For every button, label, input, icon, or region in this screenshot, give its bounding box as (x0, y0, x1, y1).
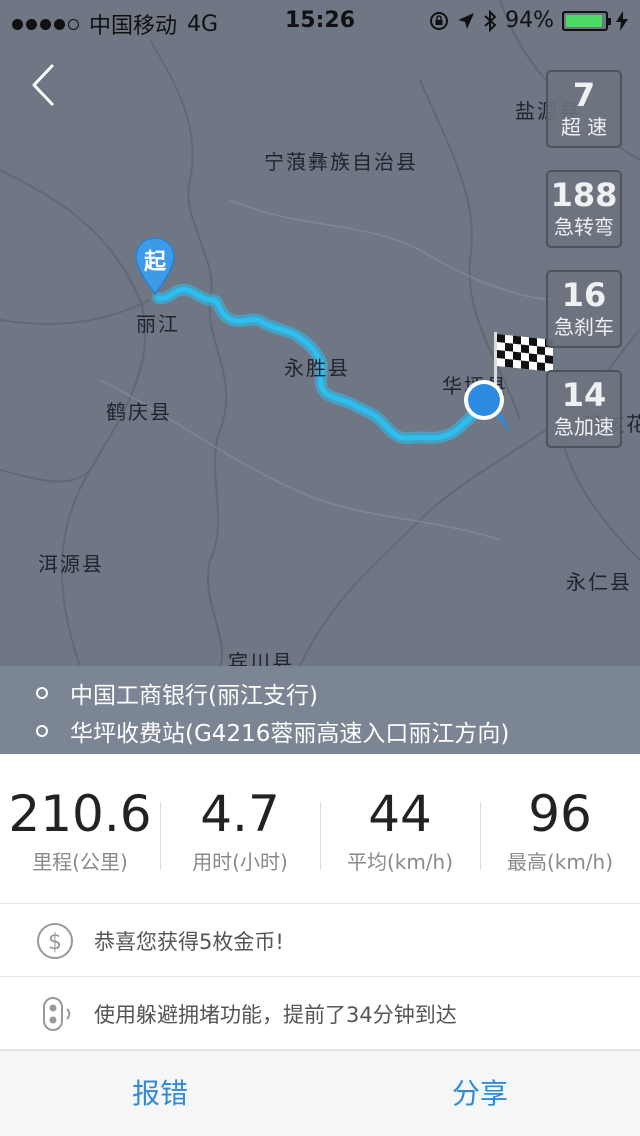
rapid-accel-label: 急加速 (554, 415, 614, 439)
coins-reward-row: $ 恭喜您获得5枚金币! (0, 905, 640, 977)
circle-icon (36, 687, 48, 699)
action-bar: 报错 分享 (0, 1050, 640, 1136)
hard-brake-label: 急刹车 (554, 315, 614, 339)
metric-distance-label: 里程(公里) (32, 850, 128, 874)
place-end: 华坪收费站(G4216蓉丽高速入口丽江方向) (36, 714, 509, 748)
metric-distance: 210.6 里程(公里) (0, 754, 160, 904)
trip-map[interactable]: 盐源县 宁蒗彝族自治县 丽江 永胜县 华坪县 鹤庆县 攀枝花 洱源县 永仁县 宾… (0, 0, 640, 666)
rapid-accel-count: 14 (561, 376, 607, 414)
trip-places: 中国工商银行(丽江支行) 华坪收费站(G4216蓉丽高速入口丽江方向) (0, 666, 640, 754)
place-start: 中国工商银行(丽江支行) (36, 676, 318, 710)
map-label-yongren: 永仁县 (566, 570, 632, 594)
sharp-turn-count: 188 (550, 176, 618, 214)
chevron-left-icon (32, 64, 54, 106)
trip-metrics: 210.6 里程(公里) 4.7 用时(小时) 44 平均(km/h) 96 最… (0, 754, 640, 904)
metric-max-speed: 96 最高(km/h) (480, 754, 640, 904)
back-button[interactable] (22, 60, 66, 110)
congestion-avoid-text: 使用躲避拥堵功能，提前了34分钟到达 (94, 1002, 457, 1027)
bluetooth-icon (484, 9, 497, 32)
battery-percent: 94% (505, 8, 554, 33)
battery-icon (562, 10, 611, 31)
metric-max-value: 96 (528, 785, 592, 843)
speeding-label: 超 速 (560, 115, 608, 139)
metric-duration-value: 4.7 (200, 785, 280, 843)
orientation-lock-icon (430, 11, 449, 30)
stat-box-sharp-turn[interactable]: 188 急转弯 (546, 170, 622, 248)
start-marker-label: 起 (143, 250, 166, 275)
map-label-heqing: 鹤庆县 (106, 400, 172, 424)
coin-dollar-icon: $ (37, 922, 73, 959)
report-error-button[interactable]: 报错 (0, 1051, 320, 1136)
metric-duration: 4.7 用时(小时) (160, 754, 320, 904)
metric-distance-value: 210.6 (8, 785, 152, 843)
stat-box-speeding[interactable]: 7 超 速 (546, 70, 622, 148)
congestion-avoid-row: 使用躲避拥堵功能，提前了34分钟到达 (0, 978, 640, 1050)
location-arrow-icon (458, 12, 475, 29)
map-label-lijiang: 丽江 (136, 312, 180, 336)
metric-average-value: 44 (368, 785, 432, 843)
status-bar: 中国移动 4G 15:26 94% (0, 0, 640, 40)
stat-box-hard-brake[interactable]: 16 急刹车 (546, 270, 622, 348)
current-location-icon (464, 380, 512, 434)
traffic-light-icon (43, 996, 71, 1031)
charging-bolt-icon (616, 10, 628, 31)
metric-average-speed: 44 平均(km/h) (320, 754, 480, 904)
map-label-ninglang: 宁蒗彝族自治县 (264, 150, 418, 174)
metric-max-label: 最高(km/h) (506, 850, 614, 874)
speeding-count: 7 (572, 76, 596, 114)
hard-brake-count: 16 (561, 276, 607, 314)
svg-text:$: $ (48, 930, 62, 955)
map-label-yongsheng: 永胜县 (284, 356, 350, 380)
place-start-name: 中国工商银行(丽江支行) (70, 683, 318, 709)
sharp-turn-label: 急转弯 (554, 215, 614, 239)
coins-reward-text: 恭喜您获得5枚金币! (94, 929, 284, 954)
place-end-name: 华坪收费站(G4216蓉丽高速入口丽江方向) (70, 721, 510, 747)
start-marker[interactable]: 起 (134, 236, 176, 298)
circle-icon (36, 725, 48, 737)
map-label-eryuan: 洱源县 (38, 552, 104, 576)
map-label-binchuan: 宾川县 (228, 650, 294, 666)
metric-average-label: 平均(km/h) (346, 850, 454, 874)
share-button[interactable]: 分享 (320, 1051, 640, 1136)
stat-box-rapid-accel[interactable]: 14 急加速 (546, 370, 622, 448)
metric-duration-label: 用时(小时) (192, 850, 288, 874)
